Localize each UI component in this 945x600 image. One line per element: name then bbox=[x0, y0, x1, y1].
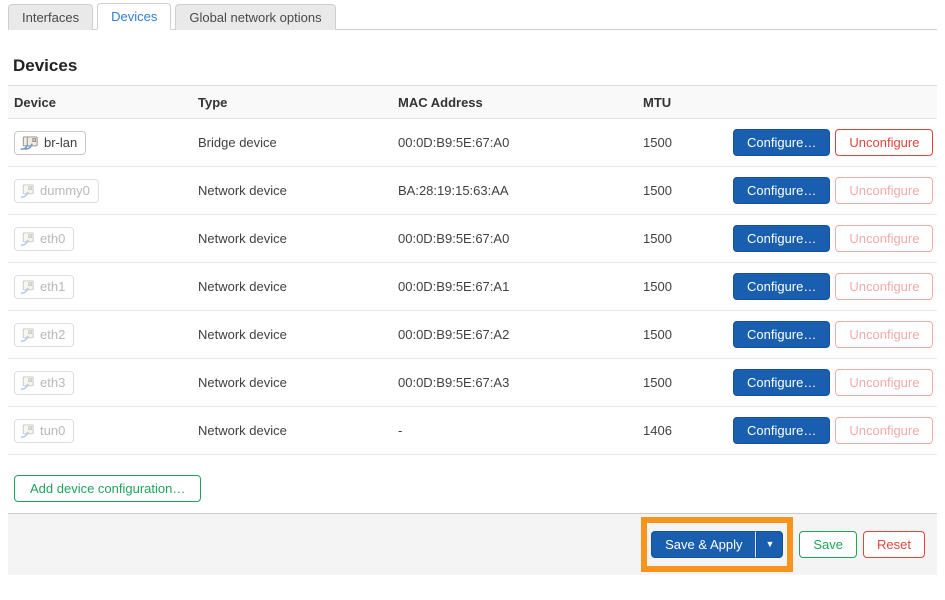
device-type: Network device bbox=[198, 183, 287, 198]
page-title: Devices bbox=[13, 56, 78, 75]
tab-global-network-options[interactable]: Global network options bbox=[175, 4, 336, 30]
device-mtu: 1500 bbox=[643, 327, 672, 342]
annotation-highlight-box: Save & Apply ▼ bbox=[641, 517, 794, 572]
unconfigure-button[interactable]: Unconfigure bbox=[835, 369, 934, 396]
device-mtu: 1500 bbox=[643, 231, 672, 246]
ethernet-icon bbox=[20, 231, 35, 247]
device-mac: 00:0D:B9:5E:67:A1 bbox=[398, 279, 510, 294]
device-mac: 00:0D:B9:5E:67:A0 bbox=[398, 135, 510, 150]
device-type: Network device bbox=[198, 327, 287, 342]
device-actions: Configure… Unconfigure bbox=[733, 369, 937, 396]
device-cell: dummy0 bbox=[14, 178, 198, 203]
device-pill: br-lan bbox=[14, 130, 87, 155]
device-cell: eth2 bbox=[14, 322, 198, 347]
device-actions: Configure… Unconfigure bbox=[733, 273, 937, 300]
configure-button[interactable]: Configure… bbox=[733, 273, 831, 300]
unconfigure-button[interactable]: Unconfigure bbox=[835, 225, 934, 252]
configure-button[interactable]: Configure… bbox=[733, 321, 831, 348]
device-name: eth3 bbox=[40, 375, 66, 390]
device-cell: eth3 bbox=[14, 370, 198, 395]
save-apply-dropdown-button[interactable]: ▼ bbox=[756, 531, 784, 558]
device-mtu: 1500 bbox=[643, 135, 672, 150]
device-mtu: 1406 bbox=[643, 423, 672, 438]
tab-bar: Interfaces Devices Global network options bbox=[8, 0, 937, 30]
device-pill: eth2 bbox=[14, 322, 75, 347]
device-type: Network device bbox=[198, 423, 287, 438]
device-mac: 00:0D:B9:5E:67:A0 bbox=[398, 231, 510, 246]
save-button[interactable]: Save bbox=[799, 531, 858, 558]
network-devices-page: Interfaces Devices Global network options … bbox=[0, 0, 945, 575]
device-actions: Configure… Unconfigure bbox=[733, 177, 937, 204]
configure-button[interactable]: Configure… bbox=[733, 417, 831, 444]
device-name: eth1 bbox=[40, 279, 66, 294]
device-name: eth2 bbox=[40, 327, 66, 342]
page-actions-bar: Save & Apply ▼ Save Reset bbox=[8, 513, 937, 575]
device-name: dummy0 bbox=[40, 183, 90, 198]
save-apply-split-button: Save & Apply ▼ bbox=[651, 531, 784, 558]
save-apply-button[interactable]: Save & Apply bbox=[651, 531, 757, 558]
configure-button[interactable]: Configure… bbox=[733, 129, 831, 156]
column-header: Device bbox=[14, 94, 56, 110]
configure-button[interactable]: Configure… bbox=[733, 225, 831, 252]
table-row: eth3 Network device 00:0D:B9:5E:67:A3 15… bbox=[8, 359, 937, 407]
device-mtu: 1500 bbox=[643, 183, 672, 198]
unconfigure-button[interactable]: Unconfigure bbox=[835, 273, 934, 300]
unconfigure-button[interactable]: Unconfigure bbox=[835, 177, 934, 204]
device-type: Network device bbox=[198, 375, 287, 390]
devices-table: Device Type MAC Address MTU br-lan Bridg… bbox=[8, 85, 937, 455]
device-cell: br-lan bbox=[14, 130, 198, 155]
device-pill: eth3 bbox=[14, 370, 75, 395]
table-row: eth1 Network device 00:0D:B9:5E:67:A1 15… bbox=[8, 263, 937, 311]
table-row: br-lan Bridge device 00:0D:B9:5E:67:A0 1… bbox=[8, 119, 937, 167]
chevron-down-icon: ▼ bbox=[765, 539, 775, 549]
device-cell: tun0 bbox=[14, 418, 198, 443]
device-pill: eth0 bbox=[14, 226, 75, 251]
column-header: Type bbox=[198, 94, 228, 110]
device-type: Network device bbox=[198, 231, 287, 246]
device-mac: 00:0D:B9:5E:67:A3 bbox=[398, 375, 510, 390]
column-header: MTU bbox=[643, 94, 672, 110]
configure-button[interactable]: Configure… bbox=[733, 177, 831, 204]
device-actions: Configure… Unconfigure bbox=[733, 417, 937, 444]
ethernet-icon bbox=[20, 375, 35, 391]
device-cell: eth0 bbox=[14, 226, 198, 251]
tab-devices[interactable]: Devices bbox=[97, 3, 172, 30]
unconfigure-button[interactable]: Unconfigure bbox=[835, 417, 934, 444]
reset-button[interactable]: Reset bbox=[863, 531, 925, 558]
table-row: eth0 Network device 00:0D:B9:5E:67:A0 15… bbox=[8, 215, 937, 263]
device-name: br-lan bbox=[44, 135, 78, 150]
unconfigure-button[interactable]: Unconfigure bbox=[835, 129, 934, 156]
table-header-row: Device Type MAC Address MTU bbox=[8, 86, 937, 119]
device-mac: 00:0D:B9:5E:67:A2 bbox=[398, 327, 510, 342]
device-mac: - bbox=[398, 423, 403, 438]
bridge-icon bbox=[20, 135, 39, 151]
device-pill: tun0 bbox=[14, 418, 75, 443]
ethernet-icon bbox=[20, 423, 35, 439]
device-mtu: 1500 bbox=[643, 375, 672, 390]
device-actions: Configure… Unconfigure bbox=[733, 129, 937, 156]
device-pill: dummy0 bbox=[14, 178, 99, 203]
table-body: br-lan Bridge device 00:0D:B9:5E:67:A0 1… bbox=[8, 119, 937, 455]
tab-interfaces[interactable]: Interfaces bbox=[8, 4, 94, 30]
device-mtu: 1500 bbox=[643, 279, 672, 294]
device-type: Network device bbox=[198, 279, 287, 294]
ethernet-icon bbox=[20, 327, 35, 343]
device-name: tun0 bbox=[40, 423, 66, 438]
device-type: Bridge device bbox=[198, 135, 277, 150]
device-mac: BA:28:19:15:63:AA bbox=[398, 183, 509, 198]
table-row: dummy0 Network device BA:28:19:15:63:AA … bbox=[8, 167, 937, 215]
table-row: tun0 Network device - 1406 Configure… Un… bbox=[8, 407, 937, 455]
unconfigure-button[interactable]: Unconfigure bbox=[835, 321, 934, 348]
ethernet-icon bbox=[20, 279, 35, 295]
device-actions: Configure… Unconfigure bbox=[733, 225, 937, 252]
ethernet-icon bbox=[20, 183, 35, 199]
configure-button[interactable]: Configure… bbox=[733, 369, 831, 396]
device-cell: eth1 bbox=[14, 274, 198, 299]
table-row: eth2 Network device 00:0D:B9:5E:67:A2 15… bbox=[8, 311, 937, 359]
device-actions: Configure… Unconfigure bbox=[733, 321, 937, 348]
device-pill: eth1 bbox=[14, 274, 75, 299]
device-name: eth0 bbox=[40, 231, 66, 246]
add-device-configuration-button[interactable]: Add device configuration… bbox=[14, 475, 202, 502]
column-header: MAC Address bbox=[398, 94, 483, 110]
